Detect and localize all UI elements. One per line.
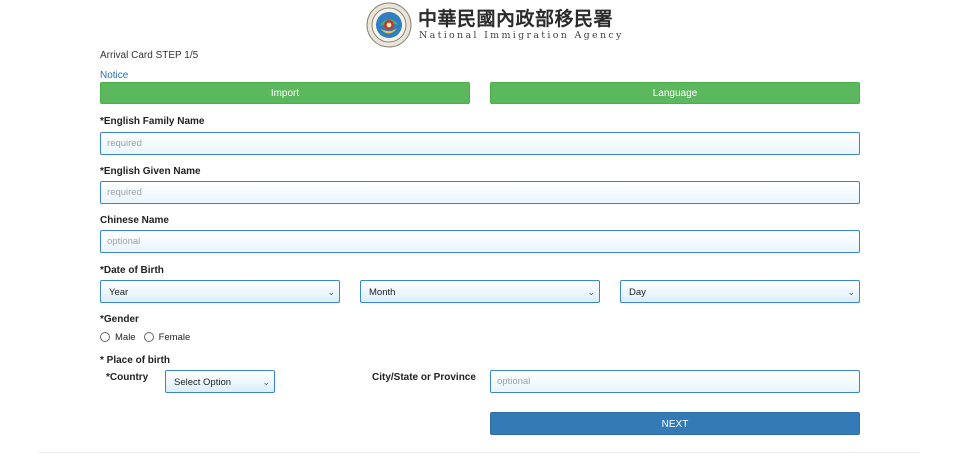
family-name-input[interactable]	[100, 132, 860, 155]
given-name-input[interactable]	[100, 181, 860, 204]
chevron-down-icon: ⌄	[327, 287, 335, 297]
gender-female-radio[interactable]	[143, 332, 154, 342]
language-button[interactable]: Language	[490, 82, 860, 104]
import-button[interactable]: Import	[100, 82, 470, 104]
chinese-name-input[interactable]	[100, 230, 860, 253]
chevron-down-icon: ⌄	[262, 377, 270, 387]
gender-options: Male Female	[100, 330, 198, 344]
gender-male-label: Male	[115, 331, 136, 343]
country-label: *Country	[106, 372, 149, 383]
header: 中華民國內政部移民署 National Immigration Agency	[0, 0, 960, 50]
birth-year-select[interactable]: Year ⌄	[100, 280, 340, 303]
gender-female-label: Female	[158, 331, 191, 343]
agency-name-chinese: 中華民國內政部移民署	[418, 8, 614, 30]
family-name-label: *English Family Name	[100, 116, 205, 127]
chevron-down-icon: ⌄	[587, 287, 595, 297]
city-label: City/State or Province	[372, 372, 476, 383]
step-indicator: Arrival Card STEP 1/5	[100, 50, 199, 61]
birth-day-select[interactable]: Day ⌄	[620, 280, 860, 303]
next-button[interactable]: NEXT	[490, 412, 860, 435]
birth-day-value: Day	[629, 287, 646, 298]
given-name-label: *English Given Name	[100, 166, 201, 177]
country-select[interactable]: Select Option ⌄	[165, 370, 275, 393]
country-value: Select Option	[174, 377, 232, 388]
chinese-name-label: Chinese Name	[100, 215, 169, 226]
birth-month-value: Month	[369, 287, 396, 298]
city-input[interactable]	[490, 370, 860, 393]
arrival-card-page: 中華民國內政部移民署 National Immigration Agency A…	[0, 0, 960, 456]
bottom-divider	[38, 452, 920, 453]
birth-year-value: Year	[109, 287, 129, 298]
agency-name-english: National Immigration Agency	[419, 30, 624, 41]
seal-logo-icon	[366, 2, 412, 48]
place-of-birth-label: * Place of birth	[100, 355, 171, 366]
gender-label: *Gender	[100, 314, 139, 325]
chevron-down-icon: ⌄	[847, 287, 855, 297]
gender-male-radio[interactable]	[100, 332, 110, 342]
date-of-birth-label: *Date of Birth	[100, 265, 164, 276]
notice-link[interactable]: Notice	[100, 70, 128, 81]
birth-month-select[interactable]: Month ⌄	[360, 280, 600, 303]
